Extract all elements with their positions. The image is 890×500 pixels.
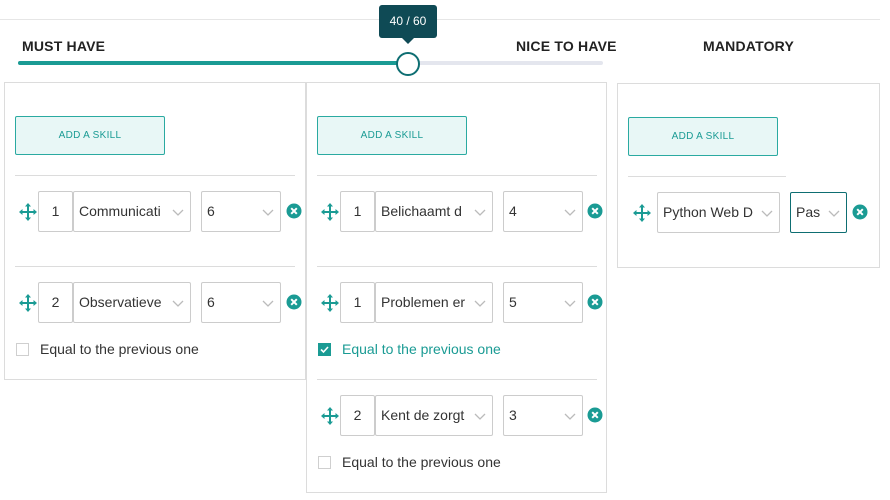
move-arrows-icon[interactable] [19, 203, 37, 221]
equal-previous-option[interactable]: Equal to the previous one [16, 341, 199, 357]
chevron-down-icon [474, 413, 486, 420]
equal-previous-checkbox[interactable] [318, 455, 331, 469]
equal-previous-checkbox[interactable] [16, 342, 29, 356]
mandatory-title: MANDATORY [703, 38, 794, 54]
skill-level-select[interactable]: 3 [503, 395, 583, 436]
equal-previous-option[interactable]: Equal to the previous one [318, 454, 501, 470]
slider-value-tooltip: 40 / 60 [379, 5, 437, 44]
skill-level-select[interactable]: 5 [503, 282, 583, 323]
move-arrows-icon[interactable] [321, 294, 339, 312]
remove-circle-icon[interactable] [286, 294, 302, 310]
skill-level-select[interactable]: 6 [201, 282, 281, 323]
skill-name-select[interactable]: Belichaamt d [375, 191, 493, 232]
move-arrows-icon[interactable] [19, 294, 37, 312]
remove-circle-icon[interactable] [587, 407, 603, 423]
divider [317, 379, 597, 380]
chevron-down-icon [564, 413, 576, 420]
equal-previous-checkbox[interactable] [318, 342, 331, 356]
add-skill-button[interactable]: ADD A SKILL [15, 116, 165, 155]
equal-previous-label: Equal to the previous one [40, 341, 199, 357]
equal-previous-label: Equal to the previous one [342, 454, 501, 470]
weight-slider-fill [18, 61, 408, 65]
must-have-label: MUST HAVE [22, 38, 106, 54]
skill-rank-input[interactable]: 2 [340, 395, 375, 436]
weight-slider-thumb[interactable] [396, 52, 420, 76]
add-skill-button[interactable]: ADD A SKILL [628, 117, 778, 156]
skill-name-select[interactable]: Communicati [73, 191, 191, 232]
chevron-down-icon [474, 300, 486, 307]
move-arrows-icon[interactable] [633, 204, 651, 222]
skill-level-select[interactable]: 4 [503, 191, 583, 232]
remove-circle-icon[interactable] [587, 203, 603, 219]
skill-rank-input[interactable]: 1 [340, 282, 375, 323]
move-arrows-icon[interactable] [321, 407, 339, 425]
skill-level-select[interactable]: Pas [790, 192, 847, 233]
weight-slider-track[interactable] [18, 61, 603, 65]
divider [317, 175, 597, 176]
remove-circle-icon[interactable] [286, 203, 302, 219]
chevron-down-icon [262, 300, 274, 307]
divider [15, 266, 295, 267]
skill-rank-input[interactable]: 2 [38, 282, 73, 323]
chevron-down-icon [262, 209, 274, 216]
skill-name-select[interactable]: Observatieve [73, 282, 191, 323]
divider [15, 175, 295, 176]
chevron-down-icon [761, 210, 773, 217]
skill-name-select[interactable]: Kent de zorgt [375, 395, 493, 436]
checkmark-icon [320, 345, 329, 353]
divider [628, 176, 786, 177]
skill-name-select[interactable]: Problemen er [375, 282, 493, 323]
nice-to-have-label: NICE TO HAVE [516, 38, 617, 54]
equal-previous-label: Equal to the previous one [342, 341, 501, 357]
skill-name-select[interactable]: Python Web D [657, 192, 780, 233]
divider [317, 266, 597, 267]
remove-circle-icon[interactable] [852, 204, 868, 220]
chevron-down-icon [564, 209, 576, 216]
skill-level-select[interactable]: 6 [201, 191, 281, 232]
skill-level-value: Pas [796, 204, 820, 220]
must-have-column: ADD A SKILL 1 Communicati 6 2 Observatie… [4, 82, 306, 380]
top-divider [0, 19, 880, 20]
equal-previous-option[interactable]: Equal to the previous one [318, 341, 501, 357]
skill-rank-input[interactable]: 1 [38, 191, 73, 232]
remove-circle-icon[interactable] [587, 294, 603, 310]
move-arrows-icon[interactable] [321, 203, 339, 221]
add-skill-button[interactable]: ADD A SKILL [317, 116, 467, 155]
chevron-down-icon [172, 300, 184, 307]
chevron-down-icon [564, 300, 576, 307]
nice-to-have-column: ADD A SKILL 1 Belichaamt d 4 1 Problemen… [306, 82, 607, 493]
chevron-down-icon [474, 209, 486, 216]
skill-rank-input[interactable]: 1 [340, 191, 375, 232]
mandatory-column: ADD A SKILL Python Web D Pas [617, 83, 880, 268]
chevron-down-icon [828, 210, 840, 217]
chevron-down-icon [172, 209, 184, 216]
